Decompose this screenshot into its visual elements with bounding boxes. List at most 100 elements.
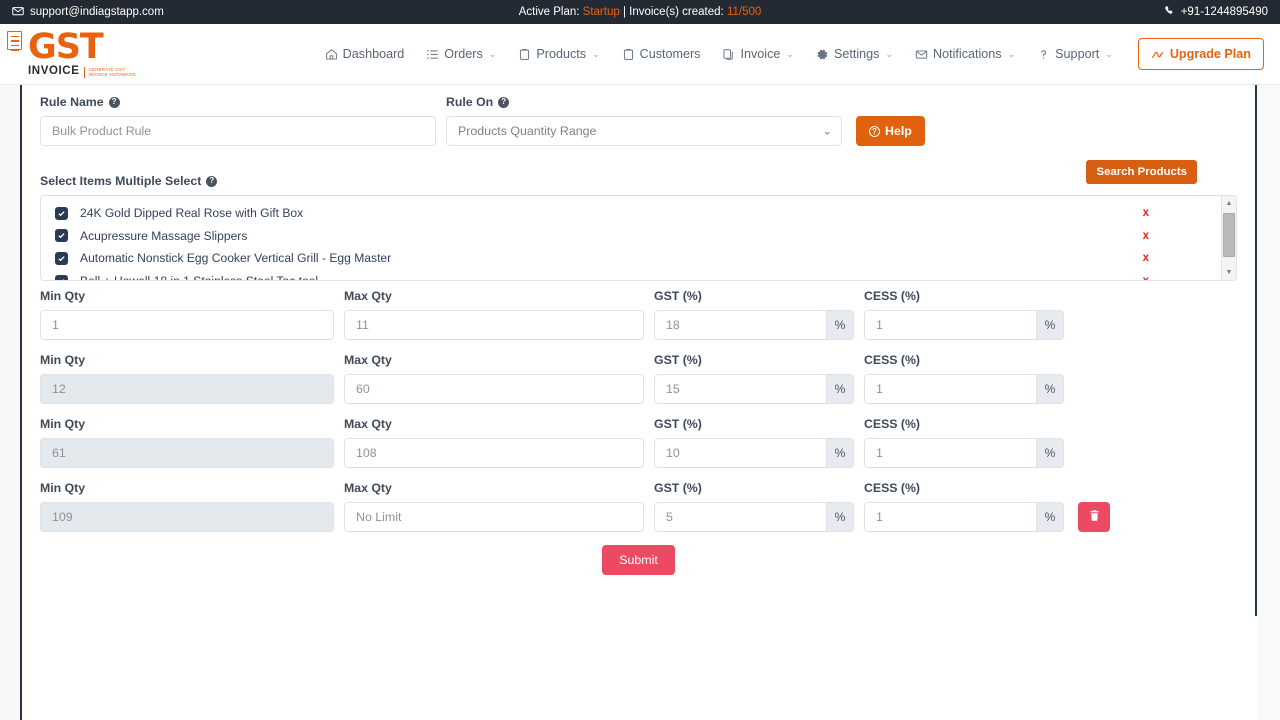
gst-cell: GST (%) % [654, 481, 854, 532]
submit-button[interactable]: Submit [602, 545, 675, 575]
cess-input[interactable] [864, 310, 1037, 340]
upgrade-plan-button[interactable]: Upgrade Plan [1138, 38, 1264, 70]
min-qty-label: Min Qty [40, 481, 334, 495]
percent-icon: % [1037, 502, 1064, 532]
phone-icon [1164, 5, 1175, 19]
support-email[interactable]: support@indiagstapp.com [12, 5, 164, 20]
gst-cell: GST (%) % [654, 417, 854, 468]
min-qty-input [40, 374, 334, 404]
gst-input[interactable] [654, 374, 827, 404]
gst-input[interactable] [654, 310, 827, 340]
search-products-button[interactable]: Search Products [1086, 160, 1197, 184]
plan-status: Active Plan: Startup | Invoice(s) create… [0, 6, 1280, 18]
gst-input[interactable] [654, 438, 827, 468]
gst-input[interactable] [654, 502, 827, 532]
cess-cell: CESS (%) % [864, 481, 1064, 532]
list-item[interactable]: Acupressure Massage Slippers x [41, 225, 1221, 248]
gst-label: GST (%) [654, 417, 854, 431]
select-items-block: Select Items Multiple Select ? Search Pr… [40, 174, 1237, 281]
chevron-down-icon: ⌄ [592, 49, 600, 60]
checkbox-checked-icon[interactable] [55, 207, 68, 220]
nav-item-support[interactable]: Support ⌄ [1026, 41, 1124, 67]
checkbox-checked-icon[interactable] [55, 229, 68, 242]
cess-cell: CESS (%) % [864, 417, 1064, 468]
min-qty-label: Min Qty [40, 353, 334, 367]
gear-icon [816, 48, 829, 61]
nav-label: Notifications [933, 47, 1002, 61]
cess-label: CESS (%) [864, 481, 1064, 495]
list-item-label: Acupressure Massage Slippers [80, 229, 247, 243]
rule-on-label: Rule On ? [446, 95, 842, 109]
cess-label: CESS (%) [864, 289, 1064, 303]
nav-item-settings[interactable]: Settings ⌄ [805, 41, 904, 67]
help-tooltip-icon[interactable]: ? [498, 97, 509, 108]
list-item[interactable]: Automatic Nonstick Egg Cooker Vertical G… [41, 247, 1221, 270]
min-qty-input[interactable] [40, 310, 334, 340]
support-phone-text: +91-1244895490 [1181, 6, 1268, 18]
clipboard-icon [622, 48, 635, 61]
support-phone[interactable]: +91-1244895490 [1164, 5, 1268, 19]
remove-item-button[interactable]: x [1143, 207, 1211, 219]
max-qty-cell: Max Qty [344, 353, 644, 404]
cess-input[interactable] [864, 374, 1037, 404]
nav-label: Products [536, 47, 586, 61]
nav-item-dashboard[interactable]: Dashboard [314, 41, 416, 67]
percent-icon: % [1037, 310, 1064, 340]
nav-item-orders[interactable]: Orders ⌄ [415, 41, 507, 67]
percent-icon: % [827, 310, 854, 340]
items-scrollbar[interactable]: ▲ ▼ [1221, 196, 1236, 280]
max-qty-cell: Max Qty [344, 417, 644, 468]
scroll-up-icon[interactable]: ▲ [1222, 196, 1237, 211]
scroll-down-icon[interactable]: ▼ [1222, 265, 1237, 280]
max-qty-input[interactable] [344, 374, 644, 404]
max-qty-input[interactable] [344, 438, 644, 468]
nav-item-invoice[interactable]: Invoice ⌄ [711, 41, 804, 67]
scrollbar-thumb[interactable] [1223, 213, 1235, 257]
percent-icon: % [827, 438, 854, 468]
rule-name-input[interactable] [40, 116, 436, 146]
nav-item-customers[interactable]: Customers [611, 41, 712, 67]
list-item[interactable]: Bell + Howell 18 in 1 Stainless Steel Ta… [41, 270, 1221, 281]
list-item-label: 24K Gold Dipped Real Rose with Gift Box [80, 206, 303, 220]
upgrade-plan-label: Upgrade Plan [1170, 47, 1251, 61]
nav-label: Settings [834, 47, 880, 61]
nav-item-products[interactable]: Products ⌄ [507, 41, 610, 67]
list-item[interactable]: 24K Gold Dipped Real Rose with Gift Box … [41, 202, 1221, 225]
brand-tagline: GENERATE GST INVOICE AUTOMATIC [84, 67, 137, 78]
file-copy-icon [722, 48, 735, 61]
help-tooltip-icon[interactable]: ? [206, 176, 217, 187]
checkbox-checked-icon[interactable] [55, 275, 68, 281]
remove-item-button[interactable]: x [1143, 252, 1211, 264]
chevron-down-icon: ⌄ [1105, 49, 1113, 60]
delete-row-button[interactable] [1078, 502, 1110, 532]
rule-on-label-text: Rule On [446, 95, 493, 109]
max-qty-input[interactable] [344, 310, 644, 340]
brand-logo[interactable]: GST INVOICE GENERATE GST INVOICE AUTOMAT… [28, 30, 136, 78]
help-button[interactable]: ? Help [856, 116, 925, 146]
max-qty-label: Max Qty [344, 481, 644, 495]
nav-label: Dashboard [343, 47, 405, 61]
min-qty-input [40, 438, 334, 468]
nav-menu: Dashboard Orders ⌄ Products ⌄ Customers [314, 38, 1264, 70]
cess-input[interactable] [864, 438, 1037, 468]
cess-label: CESS (%) [864, 417, 1064, 431]
scrollbar-track[interactable] [1222, 211, 1237, 265]
nav-label: Orders [444, 47, 483, 61]
cess-input[interactable] [864, 502, 1037, 532]
remove-item-button[interactable]: x [1143, 275, 1211, 281]
help-button-label: Help [885, 124, 912, 138]
brand-tagline-line2: INVOICE AUTOMATIC [89, 72, 137, 77]
checkbox-checked-icon[interactable] [55, 252, 68, 265]
remove-item-button[interactable]: x [1143, 230, 1211, 242]
gst-label: GST (%) [654, 481, 854, 495]
quantity-rule-row: Min Qty Max Qty GST (%) % [40, 481, 1237, 532]
active-plan-name: Startup [583, 6, 620, 18]
nav-item-notifications[interactable]: Notifications ⌄ [904, 41, 1026, 67]
help-tooltip-icon[interactable]: ? [109, 97, 120, 108]
envelope-icon [915, 48, 928, 61]
max-qty-input[interactable] [344, 502, 644, 532]
submit-row: Submit [40, 545, 1237, 575]
quantity-rule-row: Min Qty Max Qty GST (%) % [40, 417, 1237, 468]
rule-on-select[interactable] [446, 116, 842, 146]
trash-icon [1088, 509, 1101, 525]
